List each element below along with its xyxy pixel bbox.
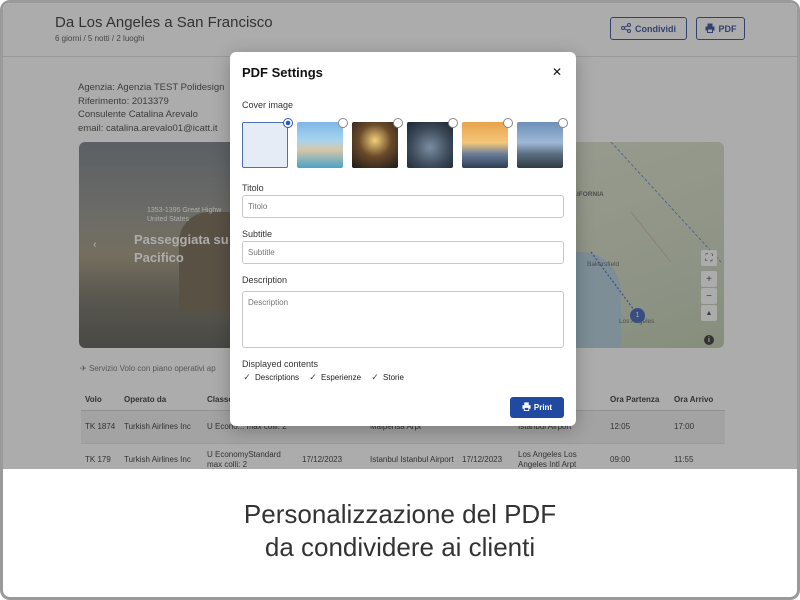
cover-thumb-dinner[interactable] — [352, 122, 398, 168]
cover-thumb-hikers[interactable] — [517, 122, 563, 168]
cover-image-picker — [242, 118, 572, 168]
app-window: Da Los Angeles a San Francisco 6 giorni … — [3, 3, 797, 469]
checkmark-icon: ✓ — [309, 371, 317, 382]
cover-thumb-sunset[interactable] — [462, 122, 508, 168]
check-storie[interactable]: ✓ Storie — [370, 372, 404, 382]
cover-radio[interactable] — [393, 118, 403, 128]
cover-radio[interactable] — [338, 118, 348, 128]
screenshot-frame: Da Los Angeles a San Francisco 6 giorni … — [0, 0, 800, 600]
caption-line2: da condividere ai clienti — [264, 532, 536, 562]
cover-radio[interactable] — [448, 118, 458, 128]
checkmark-icon: ✓ — [371, 371, 379, 382]
promo-caption: Personalizzazione del PDF da condividere… — [3, 498, 797, 564]
cover-radio[interactable] — [558, 118, 568, 128]
subtitle-label: Subtitle — [242, 229, 273, 239]
cover-thumb-blank[interactable] — [242, 122, 288, 168]
pdf-settings-dialog: PDF Settings ✕ Cover image Titolo Subtit… — [230, 52, 576, 426]
cover-thumb-pier[interactable] — [297, 122, 343, 168]
print-button[interactable]: Print — [510, 397, 564, 418]
description-textarea[interactable] — [242, 291, 564, 348]
check-esperienze[interactable]: ✓ Esperienze — [308, 372, 361, 382]
check-label: Esperienze — [321, 372, 362, 382]
cover-radio-selected[interactable] — [283, 118, 293, 128]
print-button-label: Print — [533, 403, 553, 412]
cover-thumb-couple[interactable] — [407, 122, 453, 168]
dialog-title: PDF Settings — [242, 65, 323, 80]
caption-line1: Personalizzazione del PDF — [243, 499, 557, 529]
check-label: Storie — [383, 372, 404, 382]
description-label: Description — [242, 275, 288, 285]
close-icon[interactable]: ✕ — [552, 65, 562, 79]
check-descriptions[interactable]: ✓ Descriptions — [242, 372, 299, 382]
titolo-input[interactable] — [242, 195, 564, 218]
printer-icon — [522, 402, 531, 413]
cover-image-label: Cover image — [242, 100, 294, 110]
subtitle-input[interactable] — [242, 241, 564, 264]
titolo-label: Titolo — [242, 183, 264, 193]
checkmark-icon: ✓ — [243, 371, 251, 382]
check-label: Descriptions — [255, 372, 300, 382]
displayed-contents-label: Displayed contents — [242, 359, 319, 369]
cover-radio[interactable] — [503, 118, 513, 128]
displayed-contents-checks: ✓ Descriptions ✓ Esperienze ✓ Storie — [242, 372, 404, 382]
